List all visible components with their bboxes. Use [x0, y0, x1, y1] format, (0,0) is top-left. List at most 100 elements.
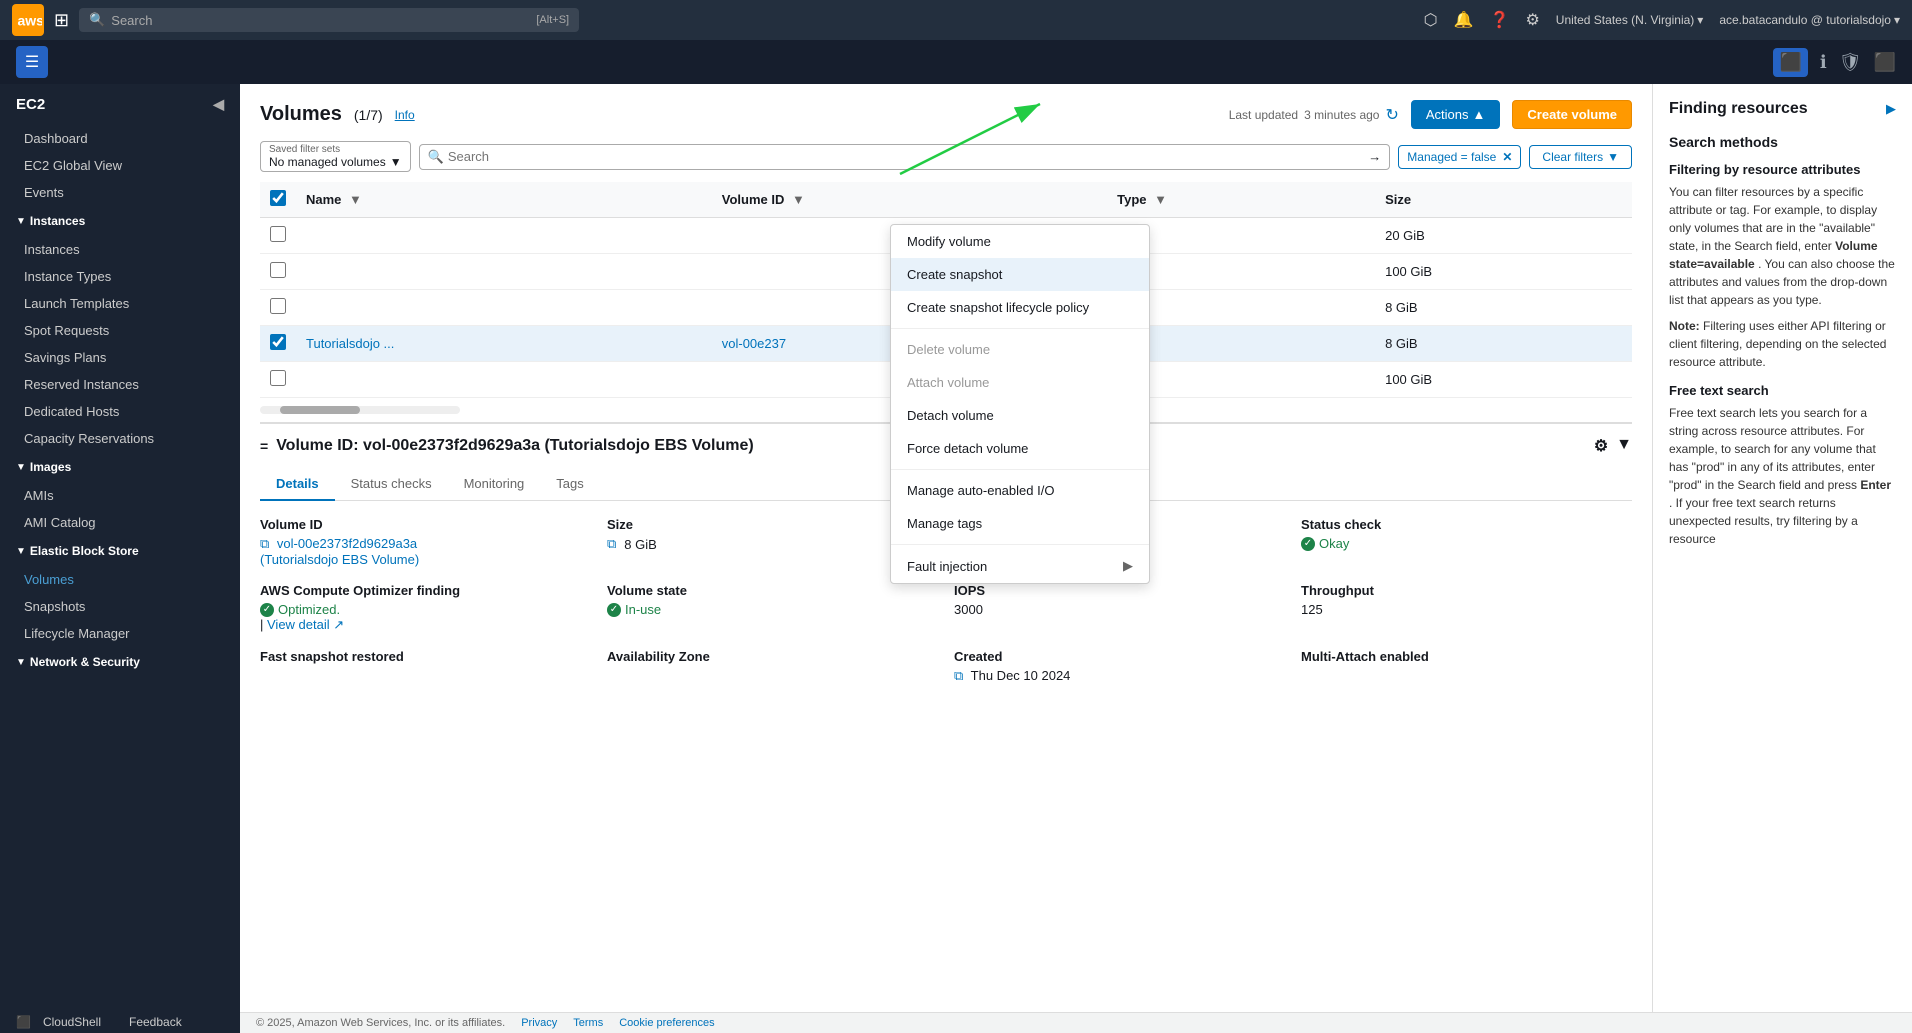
- fault-injection-arrow-icon: ▶: [1123, 558, 1133, 574]
- help-icon[interactable]: ❓: [1490, 10, 1510, 30]
- info-circle-icon[interactable]: ℹ: [1820, 52, 1827, 73]
- menu-item-detach-volume[interactable]: Detach volume: [891, 399, 1149, 432]
- user-selector[interactable]: ace.batacandulo @ tutorialsdojo ▾: [1719, 13, 1900, 27]
- tab-tags[interactable]: Tags: [540, 468, 599, 501]
- terms-link[interactable]: Terms: [573, 1017, 603, 1029]
- tab-status-checks[interactable]: Status checks: [335, 468, 448, 501]
- copy-size-icon[interactable]: ⧉: [607, 536, 616, 552]
- sidebar-item-lifecycle-manager[interactable]: Lifecycle Manager: [0, 620, 240, 647]
- sidebar-item-amis[interactable]: AMIs: [0, 482, 240, 509]
- right-panel-title: Finding resources: [1669, 100, 1808, 118]
- create-volume-button[interactable]: Create volume: [1512, 100, 1632, 129]
- sidebar-item-launch-templates[interactable]: Launch Templates: [0, 290, 240, 317]
- global-search-bar[interactable]: 🔍 [Alt+S]: [79, 8, 579, 32]
- sidebar-item-instance-types[interactable]: Instance Types: [0, 263, 240, 290]
- app-layout: EC2 ◀ Dashboard EC2 Global View Events ▼…: [0, 84, 1912, 1033]
- gear-icon[interactable]: ⚙: [1594, 436, 1608, 456]
- feedback-label[interactable]: Feedback: [129, 1015, 182, 1029]
- sidebar-section-network[interactable]: ▼ Network & Security: [0, 647, 240, 677]
- right-panel-header: Finding resources ▶: [1669, 100, 1896, 118]
- detail-cell-volume-state: Volume state In-use: [607, 583, 938, 633]
- cloudshell-label[interactable]: CloudShell: [43, 1015, 101, 1029]
- bell-icon[interactable]: 🔔: [1454, 10, 1474, 30]
- search-input[interactable]: [111, 13, 530, 28]
- sidebar-item-spot-requests[interactable]: Spot Requests: [0, 317, 240, 344]
- refresh-button[interactable]: ↻: [1385, 105, 1398, 125]
- col-header-name[interactable]: Name ▼: [296, 182, 712, 218]
- select-all-checkbox[interactable]: [270, 190, 286, 206]
- search-box[interactable]: 🔍 →: [419, 144, 1391, 170]
- feedback-bar: ⬛ CloudShell Feedback: [0, 1011, 240, 1033]
- vol-id-link[interactable]: vol-00e2373f2d9629a3a(Tutorialsdojo EBS …: [260, 536, 419, 567]
- sidebar-item-dashboard[interactable]: Dashboard: [0, 125, 240, 152]
- menu-item-force-detach[interactable]: Force detach volume: [891, 432, 1149, 465]
- sidebar-item-events[interactable]: Events: [0, 179, 240, 206]
- row-name: [296, 254, 712, 290]
- search-shortcut: [Alt+S]: [536, 14, 569, 26]
- menu-item-manage-tags[interactable]: Manage tags: [891, 507, 1149, 540]
- row-checkbox[interactable]: [270, 298, 286, 314]
- sidebar-item-global-view[interactable]: EC2 Global View: [0, 152, 240, 179]
- tab-monitoring[interactable]: Monitoring: [448, 468, 541, 501]
- terminal-icon[interactable]: ⬛: [1874, 52, 1896, 73]
- search-arrow-icon: →: [1368, 149, 1381, 164]
- tab-details[interactable]: Details: [260, 468, 335, 501]
- right-panel-expand-button[interactable]: ▶: [1886, 101, 1896, 117]
- sidebar-section-ebs[interactable]: ▼ Elastic Block Store: [0, 536, 240, 566]
- menu-item-create-snapshot-policy[interactable]: Create snapshot lifecycle policy: [891, 291, 1149, 324]
- row-checkbox[interactable]: [270, 334, 286, 350]
- hamburger-button[interactable]: ☰: [16, 46, 48, 78]
- menu-item-modify-volume[interactable]: Modify volume: [891, 225, 1149, 258]
- actions-button[interactable]: Actions ▲: [1411, 100, 1501, 129]
- clear-filters-button[interactable]: Clear filters ▼: [1529, 145, 1632, 169]
- menu-item-fault-injection[interactable]: Fault injection ▶: [891, 549, 1149, 583]
- region-selector[interactable]: United States (N. Virginia) ▾: [1556, 13, 1704, 27]
- services-grid-icon[interactable]: ⊞: [54, 10, 69, 31]
- created-value: ⧉ Thu Dec 10 2024: [954, 668, 1285, 684]
- row-name: [296, 218, 712, 254]
- monitor-icon[interactable]: ⬛: [1773, 48, 1807, 77]
- cookie-link[interactable]: Cookie preferences: [619, 1017, 714, 1029]
- sidebar-item-snapshots[interactable]: Snapshots: [0, 593, 240, 620]
- copy-icon[interactable]: ⧉: [260, 536, 269, 551]
- sidebar-item-savings-plans[interactable]: Savings Plans: [0, 344, 240, 371]
- row-checkbox[interactable]: [270, 226, 286, 242]
- top-navigation: aws ⊞ 🔍 [Alt+S] ⬡ 🔔 ❓ ⚙ United States (N…: [0, 0, 1912, 40]
- sidebar-collapse-button[interactable]: ◀: [213, 96, 224, 113]
- sidebar-item-volumes[interactable]: Volumes: [0, 566, 240, 593]
- sidebar-section-instances[interactable]: ▼ Instances: [0, 206, 240, 236]
- cloud-icon[interactable]: ⬡: [1424, 10, 1438, 30]
- sidebar-item-capacity-reservations[interactable]: Capacity Reservations: [0, 425, 240, 452]
- filter-remove-button[interactable]: ✕: [1502, 150, 1512, 164]
- vol-id-copy-area: ⧉ vol-00e2373f2d9629a3a(Tutorialsdojo EB…: [260, 536, 591, 567]
- view-detail-link[interactable]: View detail ↗: [267, 617, 344, 632]
- filter-set-select[interactable]: No managed volumes ▼: [269, 155, 402, 169]
- row-checkbox[interactable]: [270, 262, 286, 278]
- bottom-bar: © 2025, Amazon Web Services, Inc. or its…: [240, 1012, 1912, 1033]
- settings-icon[interactable]: ⚙: [1525, 10, 1539, 30]
- filter-title: Filtering by resource attributes: [1669, 162, 1896, 177]
- sidebar-item-dedicated-hosts[interactable]: Dedicated Hosts: [0, 398, 240, 425]
- menu-item-create-snapshot[interactable]: Create snapshot: [891, 258, 1149, 291]
- col-header-vol-id[interactable]: Volume ID ▼: [712, 182, 1107, 218]
- row-name: [296, 362, 712, 398]
- cloudshell-icon[interactable]: ⬛: [16, 1015, 31, 1029]
- detail-cell-fast-snapshot: Fast snapshot restored: [260, 649, 591, 684]
- filter-set-group: Saved filter sets No managed volumes ▼: [260, 141, 411, 172]
- row-checkbox[interactable]: [270, 370, 286, 386]
- col-header-size[interactable]: Size: [1375, 182, 1632, 218]
- status-check-value: Okay: [1301, 536, 1632, 551]
- sidebar-item-reserved-instances[interactable]: Reserved Instances: [0, 371, 240, 398]
- info-link[interactable]: Info: [395, 108, 415, 122]
- copyright-text: © 2025, Amazon Web Services, Inc. or its…: [256, 1017, 505, 1029]
- sidebar-section-images[interactable]: ▼ Images: [0, 452, 240, 482]
- shield-icon[interactable]: 🛡: [1839, 52, 1862, 73]
- sidebar-item-instances[interactable]: Instances: [0, 236, 240, 263]
- search-input[interactable]: [448, 149, 1364, 164]
- collapse-detail-icon[interactable]: ▼: [1616, 436, 1632, 456]
- copy-date-icon[interactable]: ⧉: [954, 668, 963, 683]
- privacy-link[interactable]: Privacy: [521, 1017, 557, 1029]
- col-header-type[interactable]: Type ▼: [1107, 182, 1375, 218]
- menu-item-manage-io[interactable]: Manage auto-enabled I/O: [891, 474, 1149, 507]
- sidebar-item-ami-catalog[interactable]: AMI Catalog: [0, 509, 240, 536]
